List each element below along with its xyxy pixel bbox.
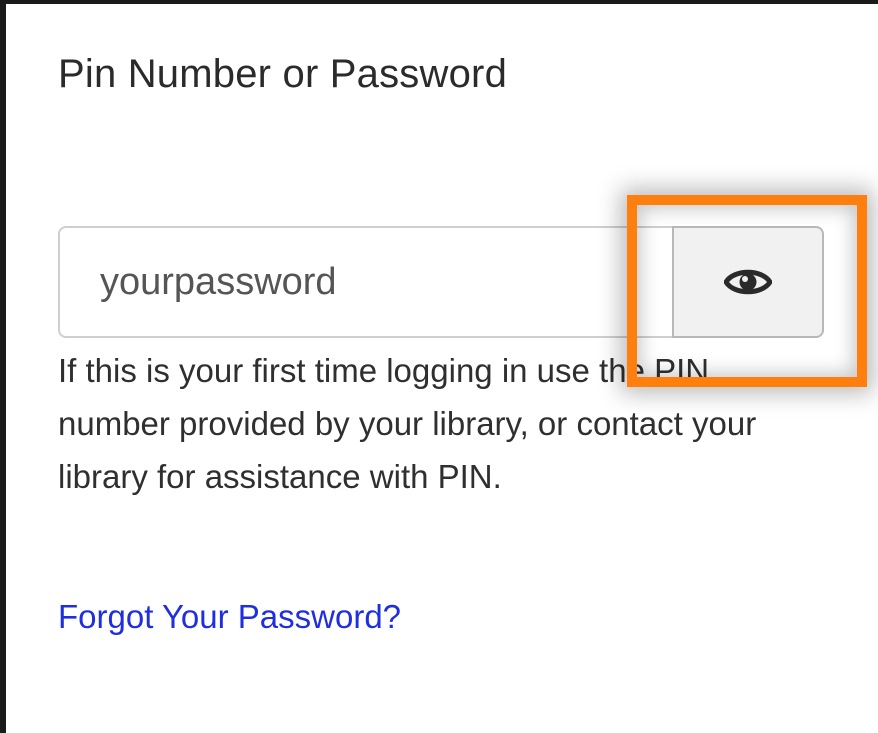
- password-input-group: [58, 226, 824, 338]
- login-panel: Pin Number or Password If this is your f…: [0, 0, 878, 733]
- eye-icon: [724, 269, 772, 295]
- password-input[interactable]: [58, 226, 674, 338]
- show-password-button[interactable]: [672, 226, 824, 338]
- password-field-label: Pin Number or Password: [58, 52, 508, 96]
- forgot-password-link[interactable]: Forgot Your Password?: [58, 598, 401, 636]
- pin-help-text: If this is your first time logging in us…: [58, 352, 757, 495]
